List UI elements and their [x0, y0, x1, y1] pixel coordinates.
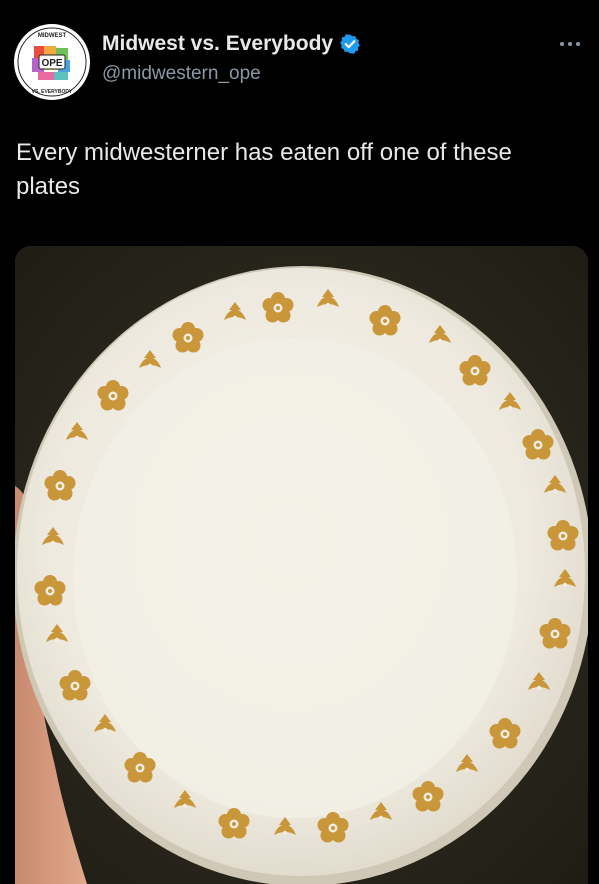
plate-photo-image — [15, 246, 588, 884]
avatar[interactable]: OPE MIDWEST VS. EVERYBODY — [14, 24, 90, 100]
verified-badge-icon — [339, 33, 361, 55]
tweet-media-photo[interactable] — [15, 246, 588, 884]
more-options-button[interactable] — [555, 34, 585, 54]
tweet-header: OPE MIDWEST VS. EVERYBODY Midwest vs. Ev… — [0, 0, 599, 110]
avatar-bottom-text: VS. EVERYBODY — [32, 89, 73, 95]
avatar-center-text: OPE — [41, 58, 62, 69]
user-handle[interactable]: @midwestern_ope — [102, 63, 261, 85]
display-name[interactable]: Midwest vs. Everybody — [102, 32, 333, 56]
tweet-text: Every midwesterner has eaten off one of … — [16, 139, 512, 200]
name-row: Midwest vs. Everybody — [102, 32, 361, 56]
avatar-top-text: MIDWEST — [38, 33, 67, 39]
more-horizontal-icon — [560, 42, 580, 46]
avatar-logo-icon: OPE MIDWEST VS. EVERYBODY — [15, 25, 89, 99]
